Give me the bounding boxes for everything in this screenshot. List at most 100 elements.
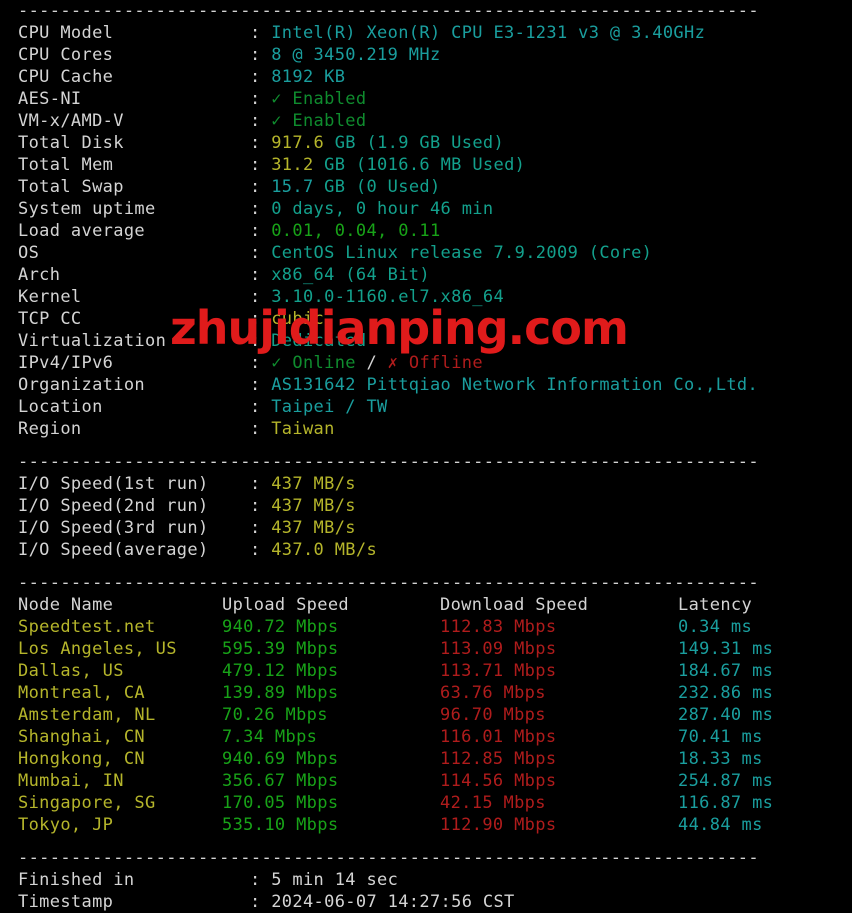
row-vmx-amdv: VM-x/AMD-V: ✓ Enabled [0,110,852,132]
cell-latency: 116.87 ms [678,793,774,813]
cell-upload: 535.10 Mbps [222,815,339,835]
ipv-separator: / [366,353,378,373]
table-row: Montreal, CA 139.89 Mbps 63.76 Mbps 232.86 … [0,682,852,704]
value-total-swap-used: (0 Used) [355,177,441,197]
cell-download: 112.85 Mbps [440,749,557,769]
row-io-3rd: I/O Speed(3rd run): 437 MB/s [0,517,852,539]
value-total-disk-unit: GB [334,133,356,153]
value-cpu-cores: 8 @ 3450.219 MHz [271,45,441,65]
row-ipv4-ipv6: IPv4/IPv6: ✓ Online / ✗ Offline [0,352,852,374]
row-load-average: Load average: 0.01, 0.04, 0.11 [0,220,852,242]
row-cpu-cores: CPU Cores: 8 @ 3450.219 MHz [0,44,852,66]
row-cpu-cache: CPU Cache: 8192 KB [0,66,852,88]
checkmark-icon: ✓ [271,353,282,373]
label-system-uptime: System uptime [18,199,156,219]
table-row: Mumbai, IN 356.67 Mbps 114.56 Mbps 254.87 m… [0,770,852,792]
io-speed-section: I/O Speed(1st run): 437 MB/s I/O Speed(2… [0,473,852,561]
label-total-swap: Total Swap [18,177,124,197]
cell-node: Mumbai, IN [18,771,124,791]
cell-latency: 232.86 ms [678,683,774,703]
colon-cpu-cache: : [250,67,261,87]
label-virtualization: Virtualization [18,331,167,351]
colon-virtualization: : [250,331,261,351]
cell-download: 112.90 Mbps [440,815,557,835]
cell-node: Singapore, SG [18,793,156,813]
row-io-1st: I/O Speed(1st run): 437 MB/s [0,473,852,495]
colon-vmx-amdv: : [250,111,261,131]
row-finished-in: Finished in: 5 min 14 sec [0,869,852,891]
row-system-uptime: System uptime: 0 days, 0 hour 46 min [0,198,852,220]
row-location: Location: Taipei / TW [0,396,852,418]
value-io-2nd: 437 MB/s [271,496,356,516]
label-aes-ni: AES-NI [18,89,82,109]
value-os: CentOS Linux release 7.9.2009 (Core) [271,243,653,263]
row-total-swap: Total Swap: 15.7 GB (0 Used) [0,176,852,198]
row-io-2nd: I/O Speed(2nd run): 437 MB/s [0,495,852,517]
speedtest-header-row: Node Name Upload Speed Download Speed Laten… [0,594,852,616]
row-arch: Arch: x86_64 (64 Bit) [0,264,852,286]
row-total-disk: Total Disk: 917.6 GB (1.9 GB Used) [0,132,852,154]
table-row: Singapore, SG 170.05 Mbps 42.15 Mbps 116.87… [0,792,852,814]
cell-upload: 170.05 Mbps [222,793,339,813]
footer-section: Finished in: 5 min 14 sec Timestamp: 202… [0,869,852,913]
value-ipv6-status: Offline [408,353,483,373]
separator-io: ----------------------------------------… [18,452,759,472]
label-organization: Organization [18,375,146,395]
value-io-3rd: 437 MB/s [271,518,356,538]
colon-arch: : [250,265,261,285]
value-io-average: 437.0 MB/s [271,540,378,560]
terminal-window: ----------------------------------------… [0,0,852,912]
colon-io-2nd: : [250,496,261,516]
value-aes-ni: Enabled [292,89,367,109]
label-total-mem: Total Mem [18,155,114,175]
cell-latency: 0.34 ms [678,617,753,637]
row-virtualization: Virtualization: Dedicated [0,330,852,352]
label-os: OS [18,243,40,263]
label-arch: Arch [18,265,61,285]
table-row: Speedtest.net 940.72 Mbps 112.83 Mbps 0.34 … [0,616,852,638]
label-location: Location [18,397,103,417]
colon-cpu-model: : [250,23,261,43]
label-timestamp: Timestamp [18,892,114,912]
colon-timestamp: : [250,892,261,912]
colon-location: : [250,397,261,417]
label-io-2nd: I/O Speed(2nd run) [18,496,209,516]
cell-latency: 149.31 ms [678,639,774,659]
spacer-after-sysinfo [0,440,852,451]
cell-latency: 254.87 ms [678,771,774,791]
value-kernel: 3.10.0-1160.el7.x86_64 [271,287,505,307]
separator-speedtest: ----------------------------------------… [18,573,759,593]
row-total-mem: Total Mem: 31.2 GB (1016.6 MB Used) [0,154,852,176]
header-download-speed: Download Speed [440,595,589,615]
label-kernel: Kernel [18,287,82,307]
label-tcp-cc: TCP CC [18,309,82,329]
value-total-disk-num: 917.6 [271,133,325,153]
colon-organization: : [250,375,261,395]
separator-footer: ----------------------------------------… [18,848,759,868]
row-tcp-cc: TCP CC: cubic [0,308,852,330]
cell-upload: 595.39 Mbps [222,639,339,659]
label-io-average: I/O Speed(average) [18,540,209,560]
value-timestamp: 2024-06-07 14:27:56 CST [271,892,515,912]
value-total-mem-num: 31.2 [271,155,314,175]
cell-download: 113.71 Mbps [440,661,557,681]
value-tcp-cc: cubic [271,309,325,329]
value-total-disk-used: (1.9 GB Used) [366,133,505,153]
colon-io-1st: : [250,474,261,494]
table-row: Tokyo, JP 535.10 Mbps 112.90 Mbps 44.84 ms [0,814,852,836]
label-load-average: Load average [18,221,146,241]
row-cpu-model: CPU Model: Intel(R) Xeon(R) CPU E3-1231 … [0,22,852,44]
cross-icon: ✗ [387,353,399,373]
value-system-uptime: 0 days, 0 hour 46 min [271,199,494,219]
row-organization: Organization: AS131642 Pittqiao Network … [0,374,852,396]
value-cpu-model: Intel(R) Xeon(R) CPU E3-1231 v3 @ 3.40GH… [271,23,706,43]
header-upload-speed: Upload Speed [222,595,350,615]
cell-node: Shanghai, CN [18,727,146,747]
label-vmx-amdv: VM-x/AMD-V [18,111,124,131]
cell-latency: 287.40 ms [678,705,774,725]
value-region: Taiwan [271,419,335,439]
label-finished-in: Finished in [18,870,135,890]
cell-node: Amsterdam, NL [18,705,156,725]
cell-download: 116.01 Mbps [440,727,557,747]
label-cpu-cores: CPU Cores [18,45,114,65]
